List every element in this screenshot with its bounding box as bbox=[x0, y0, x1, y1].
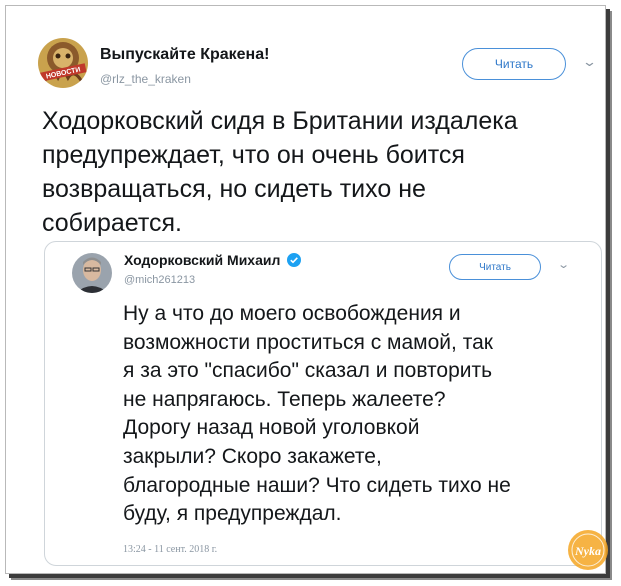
chevron-down-icon[interactable]: ⌄ bbox=[557, 258, 570, 271]
quoted-author-name[interactable]: Ходорковский Михаил bbox=[124, 252, 302, 270]
quoted-author-avatar[interactable] bbox=[72, 253, 112, 293]
watermark-logo: Nyka bbox=[566, 528, 610, 572]
portrait-avatar-image bbox=[72, 253, 112, 293]
quoted-timestamp[interactable]: 13:24 - 11 сент. 2018 г. bbox=[123, 544, 217, 555]
follow-button-label: Читать bbox=[494, 57, 534, 71]
quoted-tweet[interactable]: Ходорковский Михаил @mich261213 Читать ⌄… bbox=[44, 241, 602, 566]
tweet-text: Ходорковский сидя в Британии издалека пр… bbox=[42, 107, 518, 237]
follow-button[interactable]: Читать bbox=[462, 48, 566, 80]
author-avatar[interactable]: НОВОСТИ bbox=[38, 38, 88, 88]
screenshot-frame: НОВОСТИ Выпускайте Кракена! @rlz_the_kra… bbox=[5, 5, 608, 574]
kraken-avatar-image: НОВОСТИ bbox=[38, 38, 88, 88]
quoted-author-handle[interactable]: @mich261213 bbox=[124, 274, 195, 286]
verified-badge-icon bbox=[287, 253, 302, 270]
author-name[interactable]: Выпускайте Кракена! bbox=[100, 46, 269, 64]
quoted-author-name-text: Ходорковский Михаил bbox=[124, 252, 281, 268]
watermark-text: Nyka bbox=[574, 544, 601, 558]
author-handle[interactable]: @rlz_the_kraken bbox=[100, 72, 191, 86]
chevron-down-icon[interactable]: ⌄ bbox=[582, 54, 597, 70]
quoted-follow-button[interactable]: Читать bbox=[449, 254, 541, 280]
quoted-follow-label: Читать bbox=[479, 261, 511, 273]
quoted-tweet-text: Ну а что до моего освобождения и возможн… bbox=[123, 302, 511, 526]
